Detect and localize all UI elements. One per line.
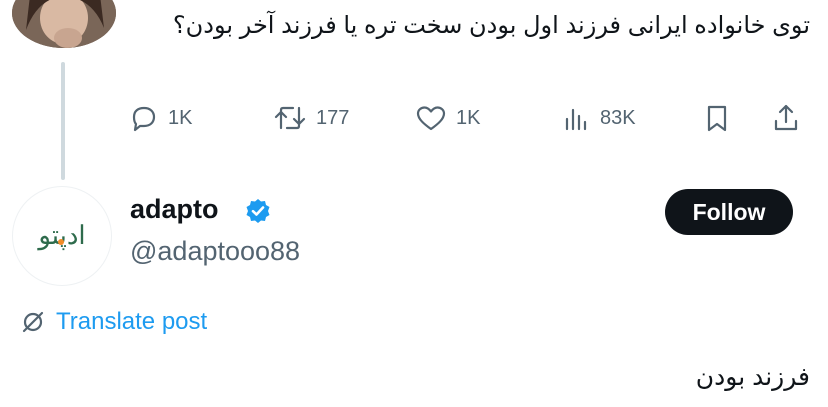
reply-display-name[interactable]: adapto bbox=[130, 194, 219, 225]
like-button[interactable]: 1K bbox=[414, 96, 480, 140]
like-icon bbox=[416, 106, 446, 131]
logo-dot bbox=[58, 239, 64, 245]
bookmark-icon bbox=[707, 105, 727, 132]
original-post-text: توی خانواده ایرانی فرزند اول بودن سخت تر… bbox=[172, 12, 810, 39]
reply-account-avatar[interactable]: ادپتو bbox=[12, 186, 112, 286]
views-icon bbox=[565, 108, 587, 131]
avatar-logo-text: ادپتو bbox=[38, 221, 86, 251]
reply-count: 1K bbox=[168, 106, 193, 129]
reply-button[interactable]: 1K bbox=[128, 96, 192, 140]
reply-icon bbox=[132, 106, 156, 132]
translate-label: Translate post bbox=[56, 308, 208, 335]
avatar-photo bbox=[12, 0, 116, 48]
bookmark-button[interactable] bbox=[701, 96, 733, 140]
like-count: 1K bbox=[456, 106, 481, 129]
repost-button[interactable]: 177 bbox=[272, 96, 349, 140]
verified-badge-icon bbox=[246, 199, 270, 223]
reply-handle[interactable]: @adaptooo88 bbox=[130, 236, 300, 267]
share-icon bbox=[774, 104, 798, 131]
follow-button[interactable]: Follow bbox=[665, 189, 793, 235]
repost-count: 177 bbox=[316, 106, 350, 129]
reply-post-text: فرزند بودن bbox=[695, 363, 810, 391]
repost-icon bbox=[274, 106, 306, 130]
thread-connector-line bbox=[61, 62, 65, 180]
views-count: 83K bbox=[600, 106, 636, 129]
translate-post-link[interactable]: Translate post bbox=[20, 308, 207, 336]
views-button[interactable]: 83K bbox=[560, 96, 636, 140]
author-avatar[interactable] bbox=[12, 0, 116, 48]
post-action-bar: 1K 177 1K 83K bbox=[128, 96, 818, 140]
translate-icon bbox=[22, 311, 44, 333]
share-button[interactable] bbox=[770, 96, 802, 140]
